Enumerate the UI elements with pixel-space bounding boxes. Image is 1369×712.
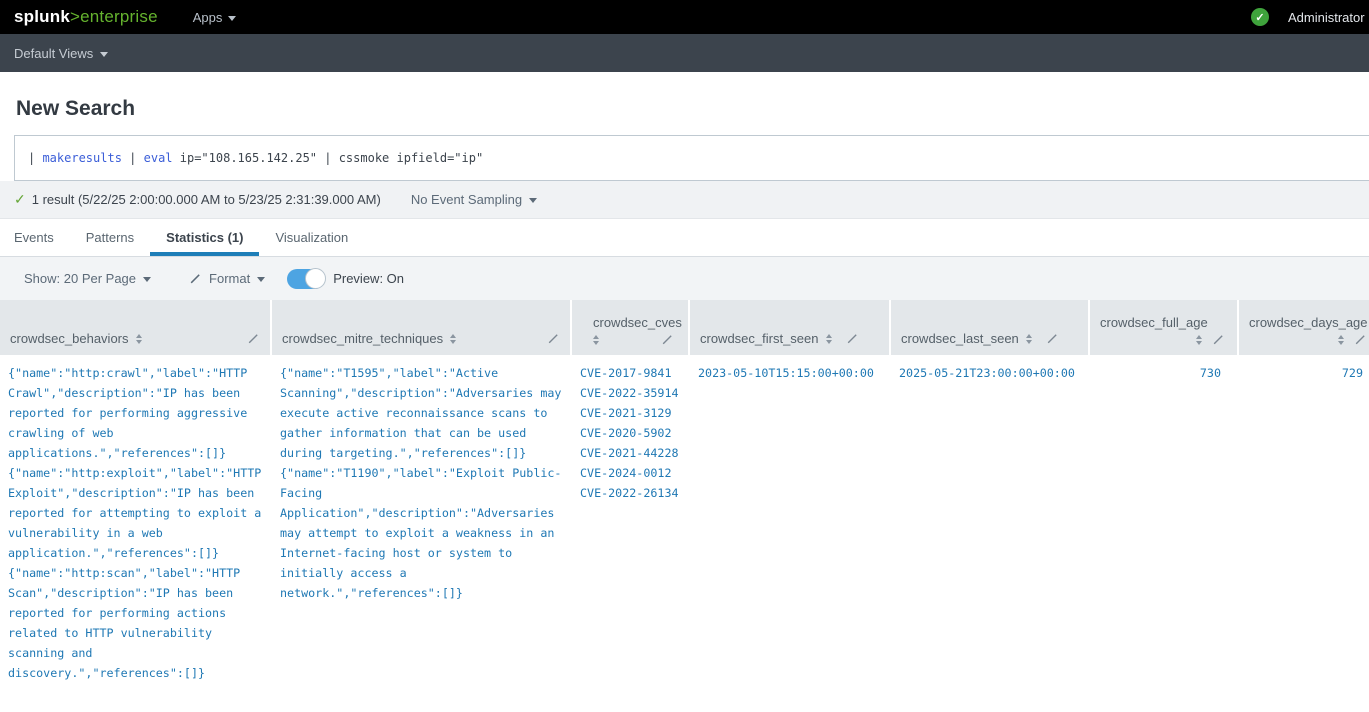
preview-label: Preview: On [333,271,404,286]
column-label: crowdsec_first_seen [700,331,819,346]
column-label: crowdsec_last_seen [901,331,1019,346]
query-segment: | [28,151,42,165]
edit-column-icon[interactable] [547,332,560,345]
column-header-crowdsec-cves[interactable]: crowdsec_cves [572,300,688,355]
apps-menu-label: Apps [193,10,223,25]
results-tabs: Events Patterns Statistics (1) Visualiza… [0,219,1369,257]
chevron-down-icon [228,16,236,21]
table-header-row: crowdsec_behaviors crowdsec_mitre_techni… [0,300,1369,355]
cell-crowdsec-full-age[interactable]: 730 [1090,355,1237,391]
cell-value: CVE-2021-44228 [580,443,680,463]
column-label: crowdsec_full_age [1100,315,1227,330]
edit-column-icon[interactable] [1046,332,1059,345]
edit-column-icon[interactable] [247,332,260,345]
result-summary: 1 result (5/22/25 2:00:00.000 AM to 5/23… [32,192,381,207]
cell-crowdsec-cves[interactable]: CVE-2017-9841CVE-2022-35914CVE-2021-3129… [572,355,688,511]
tab-statistics[interactable]: Statistics (1) [150,219,259,256]
cell-crowdsec-days-age[interactable]: 729 [1239,355,1369,391]
default-views-menu[interactable]: Default Views [14,46,108,61]
event-sampling-menu[interactable]: No Event Sampling [411,192,537,207]
event-sampling-label: No Event Sampling [411,192,522,207]
query-segment: | [122,151,144,165]
user-menu[interactable]: Administrator [1288,10,1365,25]
statistics-toolbar: Show: 20 Per Page Format Preview: On [0,257,1369,300]
cell-crowdsec-last-seen[interactable]: 2025-05-21T23:00:00+00:00 [891,355,1088,391]
chevron-down-icon [100,52,108,57]
cell-value: CVE-2022-26134 [580,483,680,503]
logo-enterprise-text: >enterprise [70,7,158,26]
sort-icon[interactable] [1338,335,1344,345]
chevron-down-icon [257,277,265,282]
per-page-label: Show: 20 Per Page [24,271,136,286]
edit-column-icon[interactable] [1212,333,1225,346]
tab-events[interactable]: Events [14,219,70,256]
sort-icon[interactable] [1196,335,1202,345]
cell-value: {"name":"http:scan","label":"HTTP Scan",… [8,563,262,683]
toggle-knob [305,268,326,289]
search-input[interactable]: | makeresults | eval ip="108.165.142.25"… [14,135,1369,181]
page-title: New Search [16,97,1369,121]
cell-crowdsec-first-seen[interactable]: 2023-05-10T15:15:00+00:00 [690,355,889,391]
column-label: crowdsec_cves [582,315,678,330]
title-section: New Search [0,72,1369,135]
cell-value: CVE-2017-9841 [580,363,680,383]
column-header-crowdsec-last-seen[interactable]: crowdsec_last_seen [891,300,1088,355]
app-nav-bar: Default Views [0,34,1369,72]
cell-value: CVE-2024-0012 [580,463,680,483]
results-info-bar: ✓ 1 result (5/22/25 2:00:00.000 AM to 5/… [0,181,1369,219]
query-segment: ip="108.165.142.25" | cssmoke ipfield="i… [173,151,484,165]
chevron-down-icon [529,198,537,203]
sort-icon[interactable] [593,335,599,345]
cell-value: CVE-2021-3129 [580,403,680,423]
status-check-icon: ✓ [1251,8,1269,26]
edit-column-icon[interactable] [661,333,674,346]
logo-splunk-text: splunk [14,7,70,26]
search-bar-row: | makeresults | eval ip="108.165.142.25"… [0,135,1369,181]
pencil-icon [189,272,202,285]
chevron-down-icon [143,277,151,282]
column-header-crowdsec-mitre-techniques[interactable]: crowdsec_mitre_techniques [272,300,570,355]
query-command: makeresults [42,151,121,165]
cell-crowdsec-behaviors[interactable]: {"name":"http:crawl","label":"HTTP Crawl… [0,355,270,691]
format-menu[interactable]: Format [189,271,265,286]
column-header-crowdsec-behaviors[interactable]: crowdsec_behaviors [0,300,270,355]
table-row: {"name":"http:crawl","label":"HTTP Crawl… [0,355,1369,691]
column-label: crowdsec_behaviors [10,331,129,346]
edit-column-icon[interactable] [846,332,859,345]
top-nav-bar: splunk>enterprise Apps ✓ Administrator [0,0,1369,34]
cell-value: {"name":"T1190","label":"Exploit Public-… [280,463,562,603]
cell-crowdsec-mitre-techniques[interactable]: {"name":"T1595","label":"Active Scanning… [272,355,570,611]
apps-menu[interactable]: Apps [193,10,237,25]
default-views-label: Default Views [14,46,93,61]
tab-patterns[interactable]: Patterns [70,219,150,256]
format-label: Format [209,271,250,286]
cell-value: {"name":"http:exploit","label":"HTTP Exp… [8,463,262,563]
sort-icon[interactable] [450,334,456,344]
cell-value: CVE-2022-35914 [580,383,680,403]
sort-icon[interactable] [826,334,832,344]
cell-value: CVE-2020-5902 [580,423,680,443]
sort-icon[interactable] [1026,334,1032,344]
column-label: crowdsec_mitre_techniques [282,331,443,346]
query-command: eval [144,151,173,165]
column-header-crowdsec-full-age[interactable]: crowdsec_full_age [1090,300,1237,355]
splunk-logo[interactable]: splunk>enterprise [14,7,158,27]
cell-value: {"name":"T1595","label":"Active Scanning… [280,363,562,463]
per-page-menu[interactable]: Show: 20 Per Page [24,271,151,286]
cell-value: {"name":"http:crawl","label":"HTTP Crawl… [8,363,262,463]
column-header-crowdsec-first-seen[interactable]: crowdsec_first_seen [690,300,889,355]
statistics-table: crowdsec_behaviors crowdsec_mitre_techni… [0,300,1369,691]
topbar-user-area: ✓ Administrator [1251,0,1365,34]
success-check-icon: ✓ [14,191,26,208]
edit-column-icon[interactable] [1354,333,1367,346]
preview-toggle[interactable] [287,269,325,289]
tab-visualization[interactable]: Visualization [259,219,364,256]
column-header-crowdsec-days-age[interactable]: crowdsec_days_age [1239,300,1369,355]
column-label: crowdsec_days_age [1249,315,1369,330]
sort-icon[interactable] [136,334,142,344]
